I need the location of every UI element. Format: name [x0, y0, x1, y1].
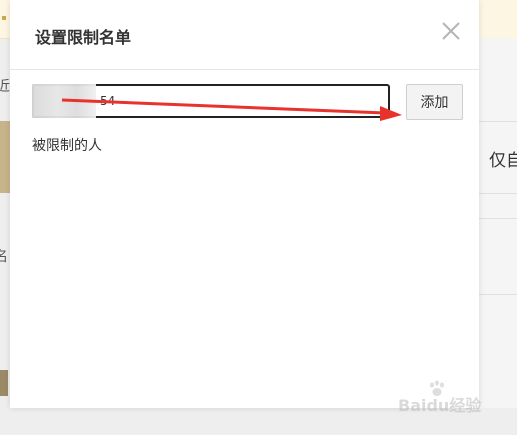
dialog-title: 设置限制名单 [35, 28, 132, 47]
restricted-people-label: 被限制的人 [32, 138, 102, 154]
background-divider [479, 193, 517, 194]
background-divider [479, 218, 517, 219]
background-left-text: 近 [0, 79, 10, 95]
background-left-image [0, 121, 10, 193]
close-icon[interactable] [440, 20, 462, 42]
background-privacy-option[interactable]: 仅自 [489, 146, 517, 171]
background-divider [479, 294, 517, 295]
restricted-name-input[interactable] [32, 84, 390, 118]
background-divider [479, 121, 517, 122]
banner-marker [2, 16, 6, 20]
restriction-list-dialog: 设置限制名单 添加 被限制的人 [10, 0, 479, 408]
add-button[interactable]: 添加 [406, 84, 463, 120]
dialog-divider [10, 69, 479, 70]
background-left-badge [0, 370, 8, 396]
watermark-text: Baidu经验 [398, 396, 482, 415]
baidu-watermark: Baidu经验 [398, 380, 508, 415]
background-left-text-2: 名 [0, 249, 8, 265]
background-right-panel [479, 38, 517, 418]
